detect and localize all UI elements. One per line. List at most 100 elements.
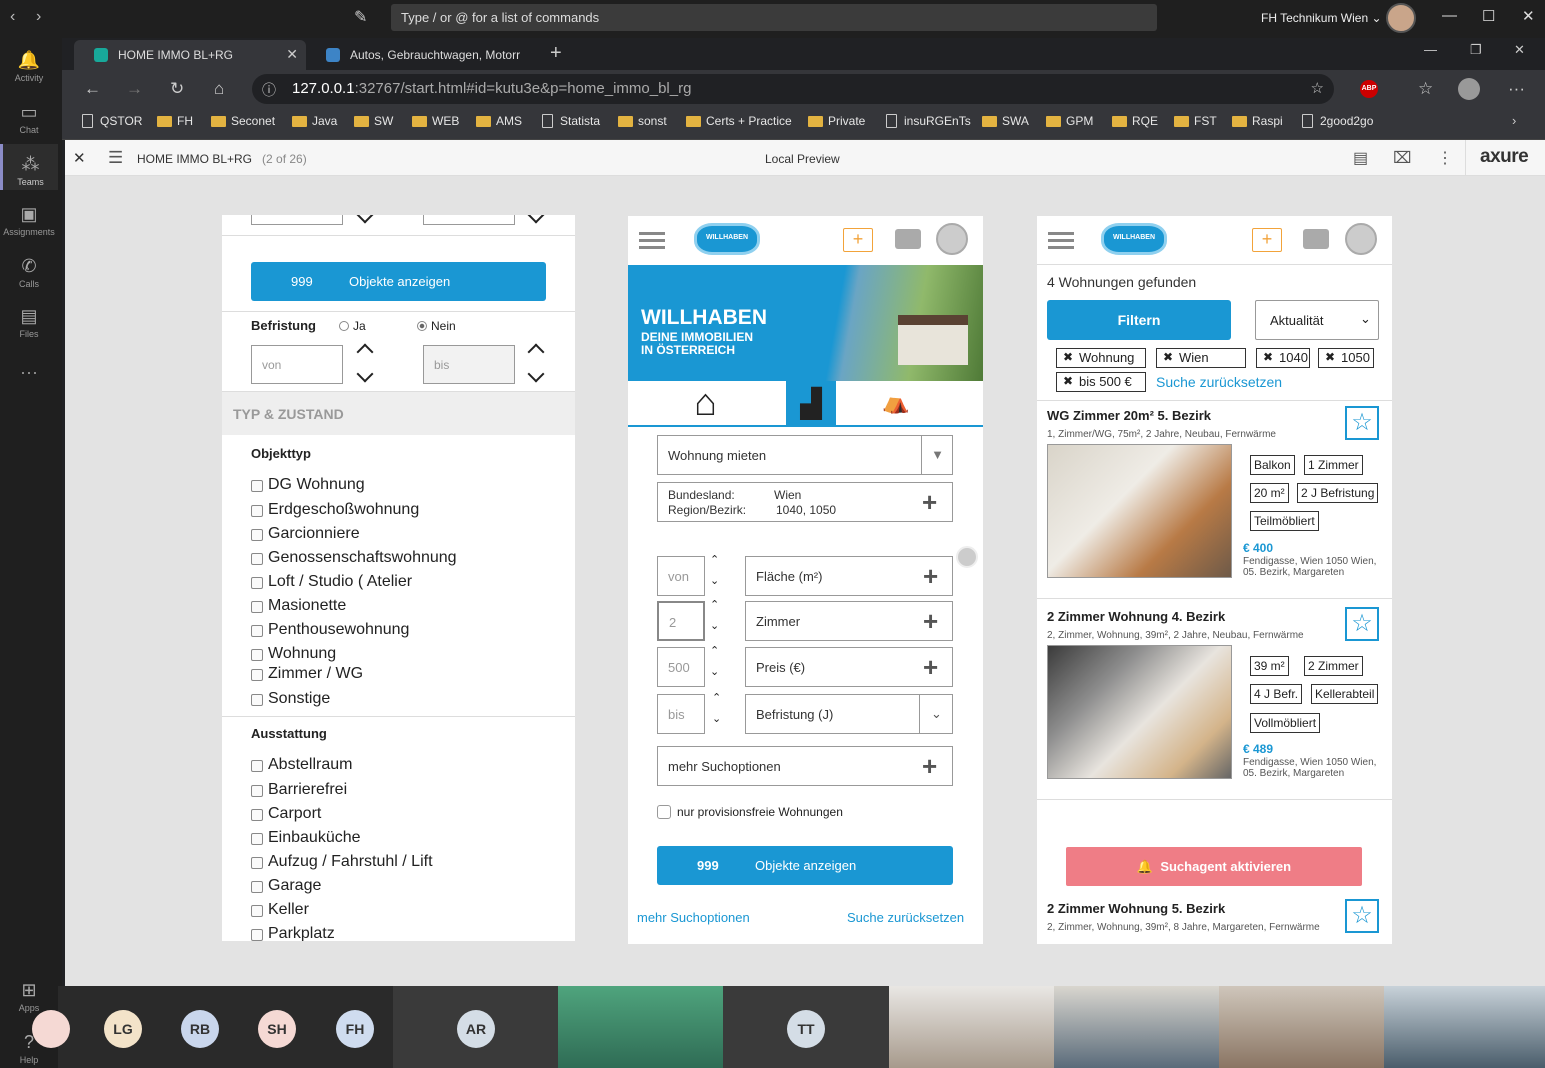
hamburger-menu-icon[interactable] bbox=[639, 232, 665, 235]
bookmark-item[interactable]: sonst bbox=[618, 114, 667, 128]
checkbox-ausstattung[interactable]: Barrierefrei bbox=[251, 781, 347, 799]
participant-avatar[interactable]: LG bbox=[104, 1010, 142, 1048]
scroll-handle[interactable] bbox=[956, 546, 978, 568]
close-tab-icon[interactable]: ✕ bbox=[286, 46, 298, 63]
category-select[interactable]: Wohnung mieten ▼ bbox=[657, 435, 953, 475]
tab-home-immo[interactable]: HOME IMMO BL+RG ✕ bbox=[74, 40, 306, 70]
chevron-down-icon[interactable]: ⌄ bbox=[712, 712, 721, 725]
notes-icon[interactable]: ▤ bbox=[1353, 148, 1368, 168]
bookmark-item[interactable]: 2good2go bbox=[1300, 114, 1373, 128]
bookmark-item[interactable]: Private bbox=[808, 114, 865, 128]
favorites-icon[interactable]: ☆ bbox=[1418, 79, 1433, 99]
participant-avatar[interactable] bbox=[32, 1010, 70, 1048]
willhaben-logo[interactable]: WILLHABEN bbox=[1101, 223, 1167, 255]
participant-video[interactable] bbox=[1384, 986, 1545, 1068]
reset-search-link[interactable]: Suche zurücksetzen bbox=[847, 910, 964, 925]
chevron-up-icon[interactable] bbox=[527, 343, 545, 361]
bis-input[interactable]: bis bbox=[423, 345, 515, 384]
checkbox-objekttyp[interactable]: Loft / Studio ( Atelier bbox=[251, 573, 412, 591]
chevron-down-icon[interactable] bbox=[527, 365, 545, 383]
participant-video[interactable] bbox=[889, 986, 1054, 1068]
bookmark-item[interactable]: Seconet bbox=[211, 114, 275, 128]
participant-tile[interactable]: TT bbox=[723, 986, 889, 1068]
command-search-input[interactable]: Type / or @ for a list of commands bbox=[391, 4, 1157, 31]
restore-icon[interactable]: ❐ bbox=[1470, 42, 1482, 58]
adblock-icon[interactable]: ABP bbox=[1360, 80, 1378, 98]
minimize-icon[interactable]: — bbox=[1442, 7, 1457, 24]
checkbox-ausstattung[interactable]: Einbauküche bbox=[251, 829, 361, 847]
rail-assignments[interactable]: ▣ Assignments bbox=[0, 204, 58, 237]
checkbox-ausstattung[interactable]: Carport bbox=[251, 805, 321, 823]
range-input[interactable]: von bbox=[657, 556, 705, 596]
range-input[interactable]: 500 bbox=[657, 647, 705, 687]
add-listing-icon[interactable]: + bbox=[1252, 228, 1282, 252]
range-input[interactable]: 2 bbox=[657, 601, 705, 641]
chevron-right-icon[interactable]: › bbox=[1512, 113, 1516, 128]
filter-chip[interactable]: 1040 bbox=[1256, 348, 1310, 368]
checkbox-ausstattung[interactable]: Garage bbox=[251, 877, 321, 895]
participant-video[interactable] bbox=[558, 986, 723, 1068]
radio-nein[interactable]: Nein bbox=[417, 319, 456, 333]
checkbox-objekttyp[interactable]: Penthousewohnung bbox=[251, 621, 409, 639]
show-objects-button[interactable]: 999 Objekte anzeigen bbox=[657, 846, 953, 885]
new-tab-icon[interactable]: + bbox=[550, 42, 562, 65]
show-objects-button[interactable]: 999 Objekte anzeigen bbox=[251, 262, 546, 301]
price-field[interactable]: Preis (€) + bbox=[745, 647, 953, 687]
checkbox-ausstattung[interactable]: Aufzug / Fahrstuhl / Lift bbox=[251, 853, 433, 871]
more-search-options-field[interactable]: mehr Suchoptionen + bbox=[657, 746, 953, 786]
home-icon[interactable]: ⌂ bbox=[214, 79, 224, 99]
address-bar[interactable]: ⓘ 127.0.0.1:32767/start.html#id=kutu3e&p… bbox=[252, 74, 1334, 104]
reload-icon[interactable]: ↻ bbox=[170, 79, 184, 99]
chevron-down-icon[interactable] bbox=[356, 215, 374, 224]
rail-apps[interactable]: ⊞ Apps bbox=[0, 980, 58, 1013]
bookmark-item[interactable]: RQE bbox=[1112, 114, 1158, 128]
area-field[interactable]: Fläche (m²) + bbox=[745, 556, 953, 596]
bookmark-item[interactable]: GPM bbox=[1046, 114, 1093, 128]
messages-icon[interactable] bbox=[895, 229, 921, 249]
more-apps-icon[interactable]: ··· bbox=[0, 362, 58, 383]
more-options-link[interactable]: mehr Suchoptionen bbox=[637, 910, 750, 925]
checkbox-objekttyp[interactable]: Wohnung bbox=[251, 645, 336, 663]
rail-teams[interactable]: ⁂ Teams bbox=[0, 144, 58, 190]
forward-icon[interactable]: → bbox=[126, 79, 143, 99]
back-icon[interactable]: ← bbox=[84, 79, 101, 99]
willhaben-logo[interactable]: WILLHABEN bbox=[694, 223, 760, 255]
region-selector[interactable]: Bundesland: Wien Region/Bezirk: 1040, 1050… bbox=[657, 482, 953, 522]
apartment-icon[interactable]: ▟ bbox=[786, 381, 836, 427]
participant-avatar[interactable]: RB bbox=[181, 1010, 219, 1048]
bookmark-item[interactable]: SWA bbox=[982, 114, 1029, 128]
rail-calls[interactable]: ✆ Calls bbox=[0, 256, 58, 289]
hamburger-menu-icon[interactable]: ☰ bbox=[108, 148, 123, 168]
chevron-up-icon[interactable]: ⌃ bbox=[710, 553, 719, 566]
bookmark-item[interactable]: QSTOR bbox=[80, 114, 142, 128]
listing-card[interactable]: 2 Zimmer Wohnung 4. Bezirk 2, Zimmer, Wo… bbox=[1037, 601, 1392, 801]
checkbox-objekttyp[interactable]: DG Wohnung bbox=[251, 476, 365, 494]
participant-avatar[interactable]: FH bbox=[336, 1010, 374, 1048]
checkbox-objekttyp[interactable]: Genossenschaftswohnung bbox=[251, 549, 457, 567]
rail-activity[interactable]: 🔔 Activity bbox=[0, 50, 58, 83]
chevron-down-icon[interactable] bbox=[356, 365, 374, 383]
land-icon[interactable]: ⛺ bbox=[882, 389, 909, 415]
tab-autos[interactable]: Autos, Gebrauchtwagen, Motorr bbox=[306, 40, 546, 70]
checkbox-objekttyp[interactable]: Masionette bbox=[251, 597, 346, 615]
checkbox-ausstattung[interactable]: Parkplatz bbox=[251, 925, 335, 941]
compose-icon[interactable]: ✎ bbox=[354, 7, 367, 27]
rail-files[interactable]: ▤ Files bbox=[0, 306, 58, 339]
rail-chat[interactable]: ▭ Chat bbox=[0, 102, 58, 135]
chevron-down-icon[interactable]: ⌄ bbox=[710, 619, 719, 632]
checkbox-objekttyp[interactable]: Sonstige bbox=[251, 690, 330, 708]
participant-tile[interactable]: AR bbox=[393, 986, 558, 1068]
reset-search-link[interactable]: Suche zurücksetzen bbox=[1156, 374, 1282, 390]
von-input[interactable]: von bbox=[251, 345, 343, 384]
house-icon[interactable]: ⌂ bbox=[694, 381, 717, 425]
participant-video[interactable] bbox=[1054, 986, 1219, 1068]
search-agent-button[interactable]: 🔔 Suchagent aktivieren bbox=[1066, 847, 1362, 886]
filter-chip[interactable]: Wohnung bbox=[1056, 348, 1146, 368]
forward-arrow-icon[interactable]: › bbox=[36, 8, 41, 26]
profile-avatar[interactable] bbox=[1386, 3, 1416, 33]
more-vertical-icon[interactable]: ⋮ bbox=[1437, 148, 1453, 168]
chevron-down-icon[interactable]: ⌄ bbox=[710, 665, 719, 678]
chevron-up-icon[interactable]: ⌃ bbox=[712, 691, 721, 704]
filter-chip[interactable]: Wien bbox=[1156, 348, 1246, 368]
bookmark-item[interactable]: AMS bbox=[476, 114, 522, 128]
